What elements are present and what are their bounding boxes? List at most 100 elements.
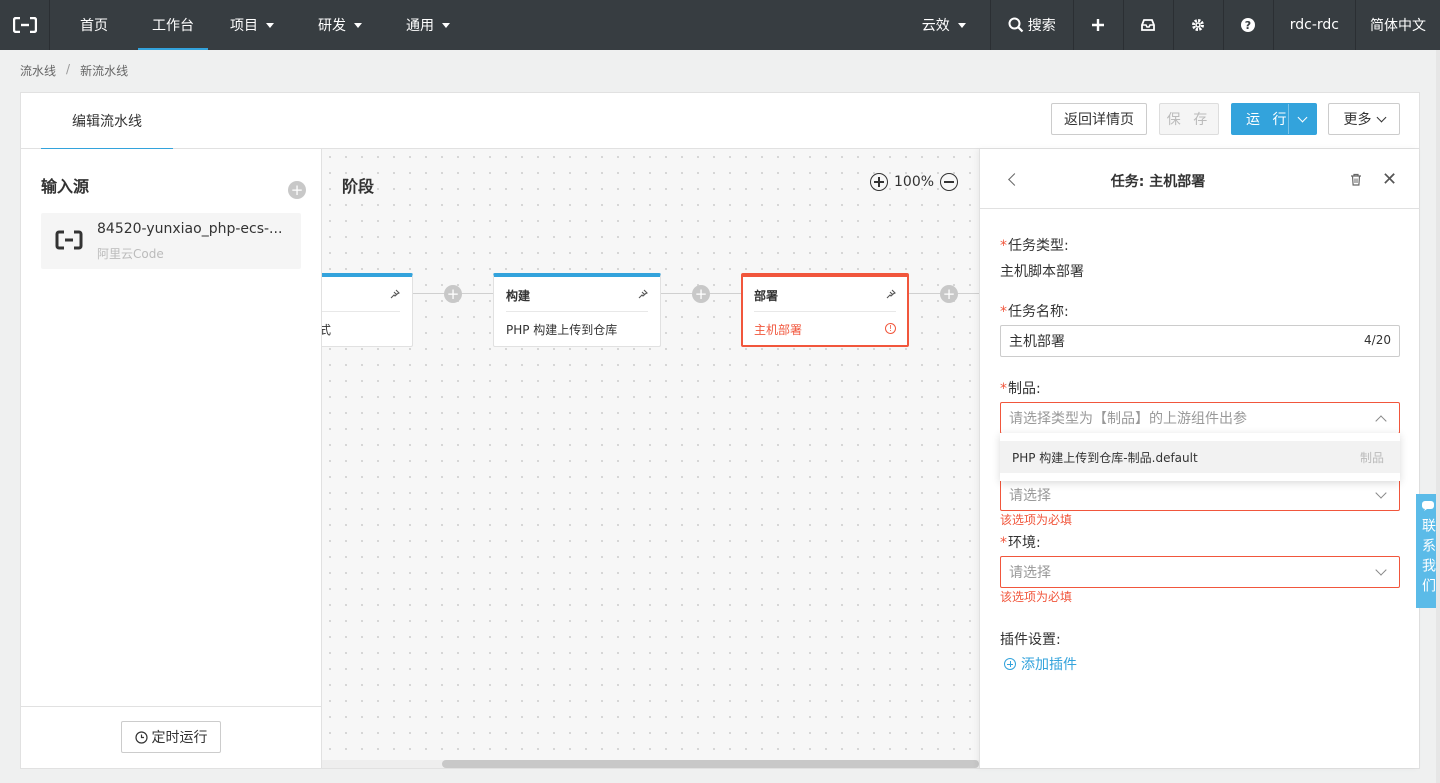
plugin-settings-label: 插件设置:: [1000, 632, 1061, 648]
caret-down-icon: [957, 22, 966, 28]
save-button[interactable]: 保 存: [1159, 103, 1219, 135]
tab-edit-pipeline[interactable]: 编辑流水线: [41, 93, 173, 150]
gear-icon: [1192, 18, 1205, 32]
chevron-down-icon: [1376, 112, 1386, 122]
run-dropdown-toggle[interactable]: [1288, 104, 1316, 134]
artifact-dropdown: PHP 构建上传到仓库-制品.default 制品: [1000, 433, 1400, 481]
input-source-panel: 输入源 + 84520-yunxiao_php-ecs-... 阿里云Code …: [21, 149, 322, 768]
pin-icon[interactable]: [390, 289, 400, 299]
add-circle-icon: [1004, 658, 1016, 670]
task-name-label: *任务名称:: [1000, 304, 1069, 320]
settings-button[interactable]: [1172, 0, 1223, 50]
aliyun-logo-icon[interactable]: [0, 0, 50, 50]
chevron-down-icon: [1297, 112, 1308, 122]
help-button[interactable]: ?: [1222, 0, 1273, 50]
zoom-in-icon[interactable]: [870, 173, 888, 191]
pin-icon[interactable]: [638, 289, 648, 299]
user-menu[interactable]: rdc-rdc: [1272, 0, 1355, 50]
clock-icon: [134, 730, 148, 744]
panel-header: 任务: 主机部署 ✕: [980, 149, 1420, 209]
host-group-error: 该选项为必填: [1000, 513, 1073, 527]
char-counter: 4/20: [1364, 333, 1391, 347]
language-switcher[interactable]: 简体中文: [1355, 0, 1440, 50]
input-source-title: 输入源: [41, 177, 90, 196]
job-task[interactable]: 式: [322, 321, 331, 338]
left-panel-footer: 定时运行: [21, 706, 321, 768]
page-scrollbar[interactable]: [1436, 50, 1440, 783]
job-card[interactable]: 式: [322, 273, 413, 347]
editor-header: 编辑流水线 返回详情页 保 存 运 行 更多: [21, 93, 1419, 150]
job-title: 构建: [506, 289, 531, 303]
search-button[interactable]: 搜索: [989, 0, 1073, 50]
close-icon[interactable]: ✕: [1382, 171, 1397, 189]
job-task[interactable]: 主机部署: [754, 321, 802, 338]
job-task[interactable]: PHP 构建上传到仓库: [506, 321, 617, 338]
job-card-build[interactable]: 构建 PHP 构建上传到仓库: [493, 273, 661, 347]
host-group-select[interactable]: 请选择: [1000, 479, 1400, 511]
job-divider: [322, 311, 400, 312]
nav-workbench[interactable]: 工作台: [138, 0, 208, 50]
add-plugin-button[interactable]: 添加插件: [1004, 654, 1077, 674]
pin-icon[interactable]: [886, 289, 896, 299]
task-type-value: 主机脚本部署: [1000, 264, 1084, 280]
breadcrumb-pipelines[interactable]: 流水线: [20, 62, 56, 79]
add-stage-icon[interactable]: +: [940, 285, 958, 303]
plus-icon: [1092, 19, 1105, 31]
zoom-control: 100%: [870, 173, 959, 191]
add-source-icon[interactable]: +: [288, 181, 306, 199]
job-card-deploy[interactable]: 部署 主机部署 !: [741, 273, 909, 347]
stage-title: 阶段: [342, 177, 375, 196]
trash-icon[interactable]: [1350, 173, 1362, 186]
canvas-scrollbar[interactable]: [322, 760, 979, 768]
caret-down-icon: [354, 22, 362, 28]
breadcrumb-separator: /: [66, 62, 71, 76]
product-switcher[interactable]: 云效: [898, 0, 990, 50]
back-to-detail-button[interactable]: 返回详情页: [1051, 103, 1147, 135]
chevron-up-icon: [1375, 415, 1387, 427]
nav-home[interactable]: 首页: [50, 0, 138, 50]
task-config-panel: 任务: 主机部署 ✕ *任务类型: 主机脚本部署 *任务名称: 主机部署 4/2…: [979, 149, 1420, 768]
nav-dev[interactable]: 研发: [296, 0, 384, 50]
panel-title: 任务: 主机部署: [1110, 174, 1206, 190]
task-type-label: *任务类型:: [1000, 238, 1069, 254]
zoom-out-icon[interactable]: [940, 173, 959, 191]
svg-text:?: ?: [1245, 19, 1251, 32]
pipeline-canvas[interactable]: 阶段 100% + + + 式 构建 PHP 构建上传到仓库 部署 主机部署 !: [322, 149, 979, 768]
artifact-option-tag: 制品: [1359, 450, 1384, 465]
source-item[interactable]: 84520-yunxiao_php-ecs-... 阿里云Code: [41, 213, 301, 269]
chevron-down-icon: [1375, 487, 1387, 499]
chat-icon: [1422, 501, 1434, 511]
nav-general[interactable]: 通用: [384, 0, 472, 50]
chevron-down-icon: [1375, 564, 1387, 576]
artifact-select[interactable]: 请选择类型为【制品】的上游组件出参: [1000, 402, 1400, 434]
more-button[interactable]: 更多: [1328, 103, 1400, 135]
top-nav: 首页 工作台 项目 研发 通用 云效 搜索 ? rdc-rdc 简体中文: [0, 0, 1440, 50]
scheduled-run-button[interactable]: 定时运行: [121, 721, 221, 753]
task-name-input[interactable]: 主机部署 4/20: [1000, 325, 1400, 357]
aliyun-code-icon: [55, 230, 83, 250]
nav-projects[interactable]: 项目: [208, 0, 296, 50]
job-divider: [506, 311, 648, 312]
environment-select[interactable]: 请选择: [1000, 556, 1400, 588]
caret-down-icon: [266, 22, 274, 28]
create-button[interactable]: [1072, 0, 1123, 50]
add-stage-icon[interactable]: +: [692, 285, 710, 303]
search-icon: [1008, 17, 1024, 33]
source-type: 阿里云Code: [97, 247, 164, 261]
artifact-label: *制品:: [1000, 381, 1041, 397]
artifact-option[interactable]: PHP 构建上传到仓库-制品.default 制品: [1000, 441, 1400, 473]
zoom-level: 100%: [894, 174, 935, 190]
inbox-button[interactable]: [1122, 0, 1173, 50]
job-divider: [754, 311, 896, 312]
pipeline-editor-card: 编辑流水线 返回详情页 保 存 运 行 更多 输入源 + 84520-yunxi…: [20, 92, 1420, 769]
add-stage-icon[interactable]: +: [444, 285, 462, 303]
warning-icon: !: [885, 323, 896, 334]
scrollbar-thumb[interactable]: [442, 760, 979, 768]
source-name: 84520-yunxiao_php-ecs-...: [97, 221, 283, 237]
inbox-icon: [1141, 19, 1156, 31]
caret-down-icon: [442, 22, 450, 28]
run-button[interactable]: 运 行: [1231, 103, 1317, 135]
breadcrumb-current: 新流水线: [80, 64, 129, 78]
environment-label: *环境:: [1000, 535, 1041, 551]
environment-error: 该选项为必填: [1000, 590, 1073, 604]
